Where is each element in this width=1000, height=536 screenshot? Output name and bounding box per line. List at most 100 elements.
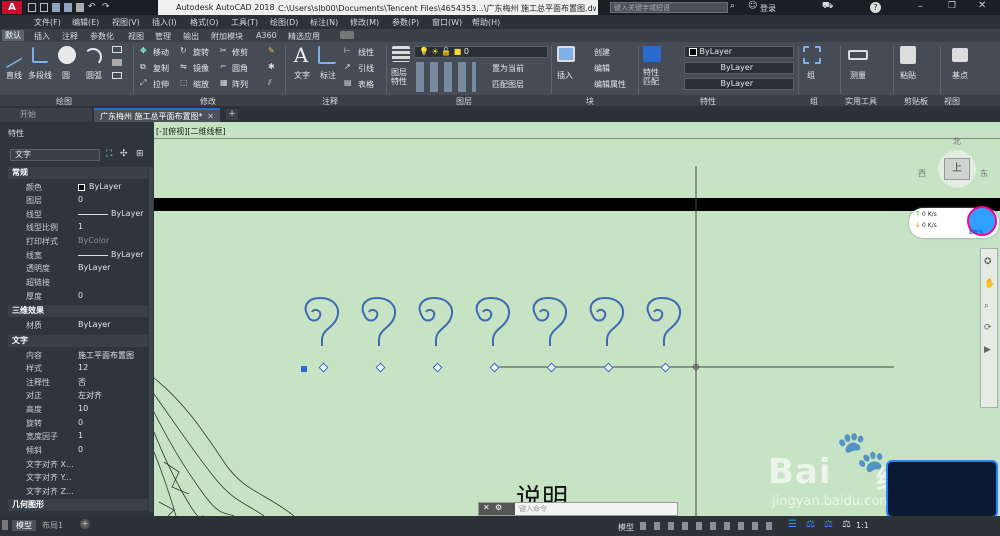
menu-insert[interactable]: 插入(I) <box>152 17 177 28</box>
menu-file[interactable]: 文件(F) <box>34 17 61 28</box>
close-icon[interactable]: ✕ <box>978 0 986 11</box>
dimension-icon[interactable] <box>318 46 336 64</box>
minimize-icon[interactable]: – <box>918 1 923 12</box>
edit-attributes-button[interactable]: 编辑属性 <box>594 79 626 90</box>
viewcube-west[interactable]: 西 <box>918 168 926 179</box>
measure-button[interactable]: 测量 <box>850 70 866 81</box>
command-input[interactable]: 键入命令 <box>519 504 547 514</box>
question-mark-glyph[interactable] <box>471 294 517 354</box>
properties-scrollbar[interactable] <box>149 167 153 512</box>
set-current-button[interactable]: 置为当前 <box>492 63 524 74</box>
color-dropdown[interactable]: ByLayer <box>684 46 794 58</box>
circle-button[interactable]: 圆 <box>62 70 70 81</box>
circle-icon[interactable] <box>58 46 76 64</box>
section-text[interactable]: 文字 <box>8 335 148 347</box>
menu-draw[interactable]: 绘图(D) <box>270 17 298 28</box>
workspace-icon[interactable]: ☰ <box>788 519 797 530</box>
stretch-button[interactable]: 拉伸 <box>153 79 169 90</box>
cart-icon[interactable]: ⛟ <box>822 1 833 12</box>
network-speed-widget[interactable]: ↑ 0 K/s ↓ 0 K/s 89% <box>909 206 999 238</box>
paste-icon[interactable] <box>900 46 916 64</box>
tab-insert[interactable]: 插入 <box>34 31 50 42</box>
quick-select-icon[interactable]: ⛶ <box>106 149 112 159</box>
menu-dimension[interactable]: 标注(N) <box>310 17 338 28</box>
layer-dropdown[interactable]: 💡 ☀ 🔓 ■ 0 <box>414 46 548 58</box>
base-view-button[interactable]: 基点 <box>952 70 968 81</box>
question-mark-glyph[interactable] <box>300 294 346 354</box>
search-box[interactable]: 键入关键字或短语 <box>610 2 728 13</box>
save-as-icon[interactable] <box>64 3 72 12</box>
prop-layer-value[interactable]: 0 <box>78 195 83 204</box>
status-toggles[interactable] <box>640 522 780 530</box>
question-mark-glyph[interactable] <box>414 294 460 354</box>
zoom-extents-icon[interactable]: ⌕ <box>984 301 989 311</box>
line-icon[interactable] <box>6 41 22 69</box>
tab-parametric[interactable]: 参数化 <box>90 31 114 42</box>
save-icon[interactable] <box>52 3 60 12</box>
prop-ltscale-value[interactable]: 1 <box>78 222 83 231</box>
copy-button[interactable]: 复制 <box>153 63 169 74</box>
question-mark-glyph[interactable] <box>528 294 574 354</box>
restore-icon[interactable]: ❐ <box>948 1 956 11</box>
annotation-scale-value[interactable]: 1:1 <box>856 521 869 530</box>
base-view-icon[interactable] <box>952 48 968 62</box>
steeringwheel-icon[interactable]: ✪ <box>984 257 992 267</box>
tab-start[interactable]: 开始 <box>0 108 92 122</box>
tab-default[interactable]: 默认 <box>2 30 24 41</box>
tab-a360[interactable]: A360 <box>256 31 277 40</box>
search-input[interactable]: 键入关键字或短语 <box>614 3 670 13</box>
prop-height-value[interactable]: 10 <box>78 404 88 413</box>
explode-icon[interactable]: ✱ <box>268 62 275 71</box>
arc-icon[interactable] <box>84 48 102 66</box>
erase-icon[interactable]: ✎ <box>268 46 275 55</box>
edit-block-button[interactable]: 编辑 <box>594 63 610 74</box>
model-space-button[interactable]: 模型 <box>618 522 634 533</box>
prop-justify-value[interactable]: 左对齐 <box>78 390 102 401</box>
arc-button[interactable]: 圆弧 <box>86 70 102 81</box>
match-layer-button[interactable]: 匹配图层 <box>492 79 524 90</box>
prop-thickness-value[interactable]: 0 <box>78 291 83 300</box>
login-label[interactable]: 登录 <box>760 3 776 14</box>
trim-button[interactable]: 修剪 <box>232 47 248 58</box>
insert-button[interactable]: 插入 <box>557 70 573 81</box>
insert-block-icon[interactable] <box>557 46 575 62</box>
layout1-tab[interactable]: 布局1 <box>42 520 63 531</box>
scale-icon[interactable]: ⚖ <box>842 519 851 530</box>
text-button[interactable]: 文字 <box>294 70 310 81</box>
leader-button[interactable]: 引线 <box>358 63 374 74</box>
selection-dropdown[interactable]: 文字 <box>10 149 100 161</box>
offset-icon[interactable]: ⫽ <box>268 78 272 88</box>
model-tab[interactable]: 模型 <box>12 520 36 531</box>
tab-view[interactable]: 视图 <box>128 31 144 42</box>
table-button[interactable]: 表格 <box>358 79 374 90</box>
showmotion-icon[interactable]: ▶ <box>984 345 991 355</box>
viewcube-north[interactable]: 北 <box>953 136 961 147</box>
viewcube-east[interactable]: 东 <box>980 168 988 179</box>
prop-widthfactor-value[interactable]: 1 <box>78 431 83 440</box>
select-objects-icon[interactable]: ✣ <box>120 149 128 159</box>
prop-rotation-value[interactable]: 0 <box>78 418 83 427</box>
menu-window[interactable]: 窗口(W) <box>432 17 462 28</box>
new-file-icon[interactable] <box>28 3 36 12</box>
match-properties-button[interactable]: 特性 匹配 <box>643 68 659 86</box>
text-icon[interactable]: A <box>290 44 312 66</box>
layer-properties-button[interactable]: 图层 特性 <box>391 68 407 86</box>
redo-icon[interactable]: ↷ <box>102 3 112 12</box>
menu-parametric[interactable]: 参数(P) <box>392 17 419 28</box>
prop-lineweight-value[interactable]: ByLayer <box>111 250 144 259</box>
viewcube-face[interactable]: 上 <box>944 158 970 180</box>
command-settings-icon[interactable]: ⚙ <box>495 503 502 512</box>
group-button[interactable]: 组 <box>807 70 815 81</box>
polyline-icon[interactable] <box>32 47 48 63</box>
undo-icon[interactable]: ↶ <box>88 3 98 12</box>
menu-help[interactable]: 帮助(H) <box>472 17 500 28</box>
tab-annotate[interactable]: 注释 <box>62 31 78 42</box>
question-mark-glyph[interactable] <box>357 294 403 354</box>
question-mark-glyph[interactable] <box>642 294 688 354</box>
search-icon[interactable]: ⌕ <box>730 1 735 11</box>
move-button[interactable]: 移动 <box>153 47 169 58</box>
section-3d[interactable]: 三维效果 <box>8 305 148 317</box>
add-layout-icon[interactable]: + <box>80 519 90 529</box>
dimension-button[interactable]: 标注 <box>320 70 336 81</box>
menu-edit[interactable]: 编辑(E) <box>72 17 99 28</box>
